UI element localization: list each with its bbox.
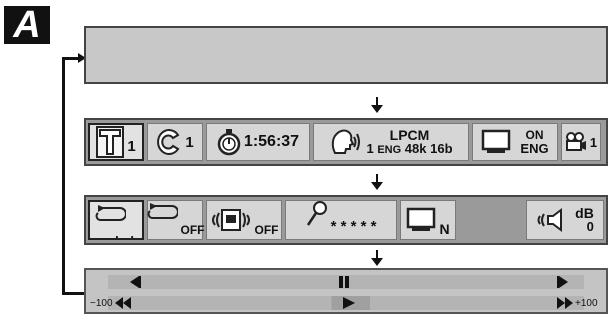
loop-connector-line xyxy=(62,57,65,295)
reverse-speed-label: −100 xyxy=(90,297,113,309)
audio-track-number: 1 xyxy=(366,140,374,156)
slow-forward-button[interactable] xyxy=(556,273,570,291)
angle-cell[interactable]: 1 xyxy=(561,123,601,161)
subtitle-details: ON ENG xyxy=(520,128,548,156)
chapter-number: 1 xyxy=(185,133,194,151)
repeat-ab-marks: . . xyxy=(115,226,138,241)
surround-cell[interactable]: OFF xyxy=(206,200,282,240)
time-cell[interactable]: 1:56:37 xyxy=(206,123,310,161)
chapter-icon xyxy=(156,128,182,156)
fast-reverse-icon xyxy=(114,297,131,309)
audio-speaking-head-icon xyxy=(329,127,363,157)
surround-sound-icon xyxy=(210,207,252,233)
volume-details: dB 0 xyxy=(575,206,594,234)
volume-cell[interactable]: dB 0 xyxy=(526,200,604,240)
loop-connector-bottom xyxy=(62,292,84,295)
audio-cell[interactable]: LPCM 1 ENG 48k 16b xyxy=(313,123,469,161)
repeat-state: OFF xyxy=(180,223,205,237)
down-arrow-icon xyxy=(371,97,383,113)
fast-reverse-button[interactable]: −100 xyxy=(90,294,132,312)
repeat-cell[interactable]: OFF xyxy=(146,200,205,240)
audio-format: LPCM xyxy=(389,126,430,143)
title-icon xyxy=(96,126,125,158)
audio-details: LPCM 1 ENG 48k 16b xyxy=(366,128,452,157)
transport-row-bottom: −100 +100 xyxy=(86,294,606,312)
transport-row-top xyxy=(86,273,606,291)
picture-tv-icon xyxy=(406,207,436,233)
subtitle-tv-icon xyxy=(481,129,511,155)
repeat-ab-cell[interactable]: . . xyxy=(88,200,144,241)
volume-value: 0 xyxy=(586,219,594,234)
settings-spacer xyxy=(459,200,523,240)
pause-button[interactable] xyxy=(337,273,351,291)
fast-forward-icon xyxy=(557,297,573,309)
forward-speed-label: +100 xyxy=(575,297,598,309)
picture-mode-cell[interactable]: N xyxy=(400,200,456,240)
repeat-ab-icon xyxy=(94,205,126,223)
picture-mode: N xyxy=(439,221,450,237)
title-number: 1 xyxy=(127,138,136,155)
settings-bar: . . OFF OFF * * * * * N dB 0 xyxy=(84,195,608,245)
audio-language: ENG xyxy=(377,143,402,156)
slow-reverse-button[interactable] xyxy=(128,273,142,291)
subtitle-state: ON xyxy=(525,128,544,142)
marker-pin-icon xyxy=(306,201,328,227)
play-button[interactable] xyxy=(341,294,357,312)
marker-stars: * * * * * xyxy=(330,218,377,235)
angle-number: 1 xyxy=(589,134,598,150)
pause-icon xyxy=(339,276,349,288)
elapsed-time: 1:56:37 xyxy=(243,133,300,150)
blank-display-panel xyxy=(84,26,608,84)
fast-forward-button[interactable]: +100 xyxy=(556,294,598,312)
repeat-icon xyxy=(146,203,178,221)
audio-bit-depth: 16b xyxy=(430,140,453,156)
stopwatch-icon xyxy=(217,128,241,156)
down-arrow-icon xyxy=(371,250,383,266)
info-bar: 1 1 1:56:37 LPCM 1 ENG 48k 16b ON ENG 1 xyxy=(84,118,608,166)
subtitle-cell[interactable]: ON ENG xyxy=(472,123,558,161)
slow-forward-icon xyxy=(557,276,568,288)
audio-sample-rate: 48k xyxy=(404,140,427,156)
title-cell[interactable]: 1 xyxy=(88,123,144,161)
down-arrow-icon xyxy=(371,174,383,190)
slow-reverse-icon xyxy=(130,276,141,288)
transport-bar: −100 +100 xyxy=(84,268,608,314)
surround-state: OFF xyxy=(254,223,279,237)
section-label: A xyxy=(4,6,50,44)
speaker-icon xyxy=(536,208,568,232)
subtitle-language: ENG xyxy=(520,141,549,156)
camera-angle-icon xyxy=(565,132,587,152)
marker-cell[interactable]: * * * * * xyxy=(285,200,397,240)
chapter-cell[interactable]: 1 xyxy=(147,123,203,161)
volume-unit: dB xyxy=(575,205,594,221)
play-icon xyxy=(343,297,355,309)
